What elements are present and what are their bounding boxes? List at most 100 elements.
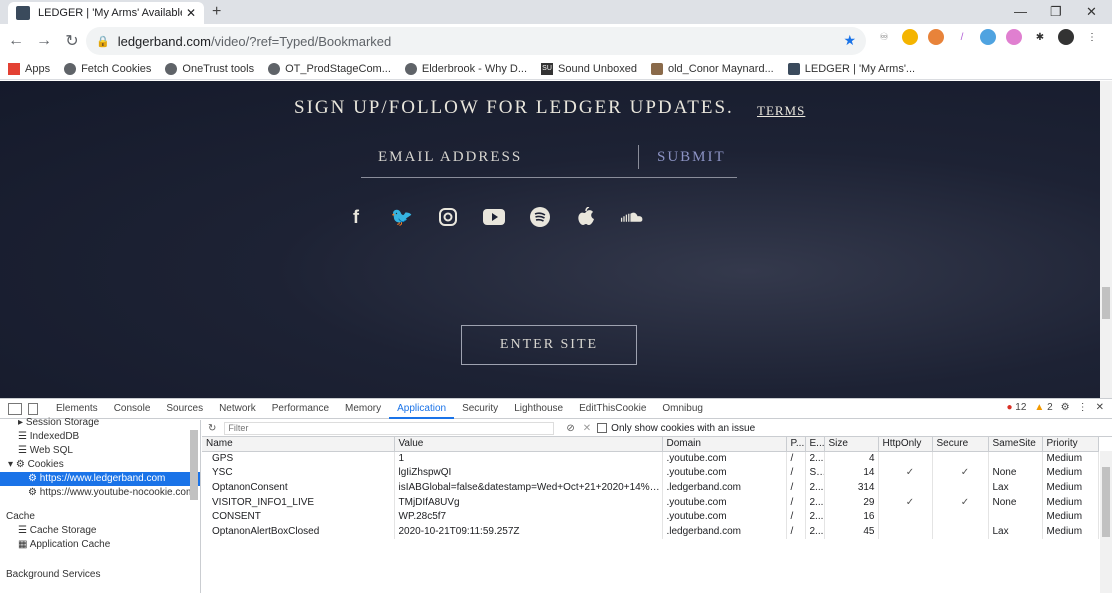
- device-toggle-icon[interactable]: [28, 402, 38, 415]
- soundcloud-icon[interactable]: [620, 205, 644, 229]
- bookmark-item[interactable]: LEDGER | 'My Arms'...: [787, 62, 915, 75]
- extension-icon[interactable]: [1006, 29, 1022, 45]
- sidebar-item-app-cache[interactable]: ▦ Application Cache: [0, 538, 200, 552]
- cookie-path: /: [786, 451, 806, 466]
- more-menu-icon[interactable]: ⋮: [1084, 29, 1100, 45]
- bookmark-apps[interactable]: Apps: [8, 62, 50, 75]
- browser-tab[interactable]: LEDGER | 'My Arms' Available No ✕: [8, 2, 204, 24]
- table-row[interactable]: CONSENT WP.28c5f7 .youtube.com/2... 16 Mediu…: [202, 509, 1099, 524]
- application-sidebar: ▸ Session Storage ☰ IndexedDB ☰ Web SQL …: [0, 417, 201, 593]
- facebook-icon[interactable]: f: [344, 205, 368, 229]
- cookie-name: GPS: [202, 451, 395, 466]
- column-header[interactable]: Size: [824, 437, 879, 452]
- sidebar-scrollbar[interactable]: [190, 430, 198, 500]
- close-window-icon[interactable]: ✕: [1086, 4, 1097, 20]
- warning-count[interactable]: ▲ 2: [1034, 402, 1052, 413]
- more-options-icon[interactable]: ⋮: [1078, 402, 1088, 413]
- tab-editthiscookie[interactable]: EditThisCookie: [571, 399, 654, 419]
- lock-icon: 🔒: [96, 35, 110, 48]
- bookmark-star-icon[interactable]: ★: [843, 32, 856, 49]
- column-header[interactable]: SameSite: [988, 437, 1043, 452]
- sidebar-item-websql[interactable]: ☰ Web SQL: [0, 444, 200, 458]
- youtube-icon[interactable]: [482, 205, 506, 229]
- extension-icon[interactable]: /: [954, 29, 970, 45]
- bookmark-item[interactable]: old_Conor Maynard...: [650, 62, 774, 75]
- bookmark-item[interactable]: Fetch Cookies: [64, 62, 151, 75]
- extension-icon[interactable]: ♾: [876, 29, 892, 45]
- bookmark-item[interactable]: SU Sound Unboxed: [541, 62, 637, 75]
- column-header[interactable]: HttpOnly: [878, 437, 933, 452]
- tab-application[interactable]: Application: [389, 399, 455, 419]
- bookmark-item[interactable]: Elderbrook - Why D...: [404, 62, 527, 75]
- scrollbar-thumb[interactable]: [1102, 467, 1110, 537]
- column-header[interactable]: Domain: [662, 437, 787, 452]
- column-header[interactable]: P...: [786, 437, 806, 452]
- forward-icon[interactable]: →: [32, 32, 56, 50]
- cookie-name: VISITOR_INFO1_LIVE: [202, 494, 395, 510]
- error-count[interactable]: ● 12: [1006, 402, 1026, 413]
- profile-icon[interactable]: [1058, 29, 1074, 45]
- tab-omnibug[interactable]: Omnibug: [654, 399, 711, 419]
- close-tab-icon[interactable]: ✕: [186, 6, 196, 20]
- column-header[interactable]: Value: [394, 437, 663, 452]
- bookmark-item[interactable]: OneTrust tools: [165, 62, 254, 75]
- apple-icon[interactable]: [574, 205, 598, 229]
- minimize-icon[interactable]: —: [1014, 4, 1027, 19]
- sidebar-item-cache-storage[interactable]: ☰ Cache Storage: [0, 524, 200, 538]
- column-header[interactable]: Priority: [1042, 437, 1099, 452]
- scrollbar-thumb[interactable]: [1102, 287, 1110, 319]
- tab-lighthouse[interactable]: Lighthouse: [506, 399, 571, 419]
- cookie-size: 14: [824, 465, 879, 481]
- sidebar-item-cookie-site[interactable]: ⚙ https://www.ledgerband.com: [0, 472, 200, 486]
- submit-button[interactable]: SUBMIT: [657, 149, 726, 166]
- filter-input[interactable]: [224, 421, 555, 435]
- table-scrollbar[interactable]: [1100, 451, 1112, 593]
- tab-network[interactable]: Network: [211, 399, 264, 419]
- bookmark-item[interactable]: OT_ProdStageCom...: [268, 62, 391, 75]
- column-header[interactable]: Name: [202, 437, 395, 452]
- address-bar[interactable]: 🔒 ledgerband.com/video/?ref=Typed/Bookma…: [86, 27, 866, 55]
- sidebar-item-session-storage[interactable]: ▸ Session Storage: [0, 416, 200, 430]
- close-devtools-icon[interactable]: ✕: [1096, 402, 1104, 413]
- settings-gear-icon[interactable]: ⚙: [1061, 402, 1070, 413]
- tab-memory[interactable]: Memory: [337, 399, 389, 419]
- delete-selected-icon[interactable]: ✕: [583, 423, 591, 434]
- table-row[interactable]: OptanonAlertBoxClosed 2020-10-21T09:11:59…: [202, 523, 1099, 539]
- restore-icon[interactable]: ❐: [1050, 4, 1062, 20]
- email-underline: [361, 177, 737, 178]
- email-field[interactable]: EMAIL ADDRESS: [378, 149, 522, 166]
- puzzle-icon[interactable]: ✱: [1032, 29, 1048, 45]
- refresh-icon[interactable]: ↻: [208, 423, 216, 434]
- grid-icon: ▦: [18, 539, 28, 550]
- page-scrollbar[interactable]: [1100, 81, 1112, 398]
- column-header[interactable]: Secure: [932, 437, 989, 452]
- extension-icon[interactable]: [980, 29, 996, 45]
- reload-icon[interactable]: ↻: [60, 31, 84, 51]
- spotify-icon[interactable]: [528, 205, 552, 229]
- table-row[interactable]: GPS 1 .youtube.com/2... 4 Medium: [202, 451, 1099, 466]
- table-row[interactable]: YSC lgIiZhspwQI .youtube.com / S... 14 ✓ ✓ None M…: [202, 465, 1099, 481]
- ledger-favicon-icon: [787, 62, 800, 75]
- table-row[interactable]: VISITOR_INFO1_LIVE TMjDIfA8UVg .youtube.co…: [202, 494, 1099, 510]
- cookie-name: YSC: [202, 465, 395, 481]
- tab-security[interactable]: Security: [454, 399, 506, 419]
- enter-site-button[interactable]: ENTER SITE: [461, 325, 637, 365]
- extension-icons: ♾ / ✱ ⋮: [876, 29, 1100, 45]
- inspect-icon[interactable]: [8, 402, 22, 415]
- clear-all-icon[interactable]: ⊘: [566, 423, 574, 434]
- tab-performance[interactable]: Performance: [264, 399, 337, 419]
- table-row[interactable]: OptanonConsent isIABGlobal=false&datestam…: [202, 480, 1099, 495]
- sidebar-item-cookie-site[interactable]: ⚙ https://www.youtube-nocookie.com: [0, 486, 200, 500]
- cookie-extension-icon[interactable]: [928, 29, 944, 45]
- instagram-icon[interactable]: [436, 205, 460, 229]
- back-icon[interactable]: ←: [4, 32, 28, 50]
- new-tab-icon[interactable]: +: [212, 3, 221, 21]
- sidebar-item-cookies[interactable]: ▾ ⚙ Cookies: [0, 458, 200, 472]
- issue-only-checkbox[interactable]: [597, 423, 608, 433]
- extension-icon[interactable]: [902, 29, 918, 45]
- cookie-expires: 2...: [805, 509, 825, 524]
- terms-link[interactable]: TERMS: [757, 103, 805, 119]
- sidebar-item-indexeddb[interactable]: ☰ IndexedDB: [0, 430, 200, 444]
- column-header[interactable]: E...: [805, 437, 825, 452]
- twitter-icon[interactable]: 🐦: [390, 205, 414, 229]
